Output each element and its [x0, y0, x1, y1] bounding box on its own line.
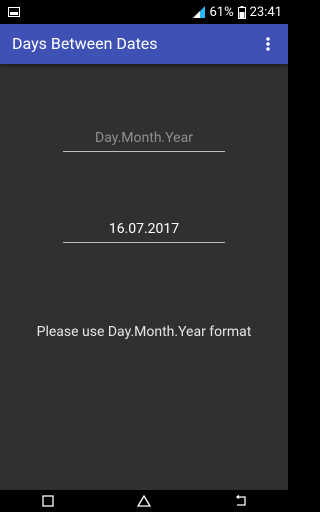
battery-icon [237, 5, 246, 19]
battery-percentage: 61% [209, 4, 234, 20]
recents-button[interactable] [36, 492, 60, 510]
second-date-input[interactable]: 16.07.2017 [63, 217, 225, 243]
signal-icon [193, 6, 206, 18]
home-icon [137, 495, 151, 507]
image-notification-icon [8, 7, 20, 17]
home-button[interactable] [132, 492, 156, 510]
status-indicators: 61% 23:41 [193, 0, 282, 24]
back-button[interactable] [228, 492, 252, 510]
clock: 23:41 [249, 4, 282, 20]
more-vert-icon [266, 37, 270, 51]
app-title: Days Between Dates [12, 34, 158, 53]
overflow-menu-button[interactable] [254, 30, 282, 58]
back-icon [235, 495, 246, 506]
app-bar: Days Between Dates [0, 24, 288, 64]
status-bar: 61% 23:41 [0, 0, 288, 24]
format-hint: Please use Day.Month.Year format [36, 324, 252, 340]
screen: 61% 23:41 Days Between Dates Day.Month.Y… [0, 0, 288, 512]
first-date-input[interactable]: Day.Month.Year [63, 126, 225, 152]
navigation-bar [0, 490, 288, 512]
recents-icon [42, 495, 54, 507]
